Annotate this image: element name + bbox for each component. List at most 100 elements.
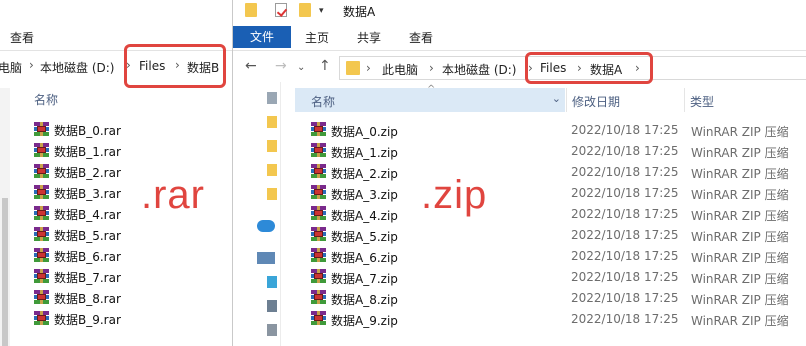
navigation-bar: ← → ⌄ ↑ › 此电脑 › 本地磁盘 (D:) › Files › 数据A … — [233, 56, 806, 80]
file-date: 2022/10/18 17:25 — [571, 291, 679, 305]
winrar-archive-icon — [34, 122, 49, 136]
file-name: 数据B_9.rar — [54, 313, 121, 327]
winrar-archive-icon — [311, 185, 326, 199]
file-name: 数据B_8.rar — [54, 292, 121, 306]
file-name: 数据B_5.rar — [54, 229, 121, 243]
chevron-down-icon[interactable]: ⌄ — [552, 92, 561, 105]
tab-share[interactable]: 共享 — [357, 29, 381, 46]
winrar-archive-icon — [311, 248, 326, 262]
file-date: 2022/10/18 17:25 — [571, 186, 679, 200]
tab-view[interactable]: 查看 — [10, 29, 34, 46]
file-date: 2022/10/18 17:25 — [571, 123, 679, 137]
tab-home[interactable]: 主页 — [305, 29, 329, 46]
folder-icon[interactable] — [267, 140, 277, 152]
winrar-archive-icon — [311, 206, 326, 220]
this-pc-icon[interactable] — [257, 252, 275, 264]
chevron-right-icon: › — [429, 61, 434, 75]
file-name: 数据A_3.zip — [331, 188, 398, 202]
drive-icon[interactable] — [267, 324, 277, 336]
breadcrumb-drive[interactable]: 本地磁盘 (D:) — [40, 59, 114, 76]
ribbon: 文件 主页 共享 查看 — [233, 26, 806, 48]
breadcrumb-this-pc[interactable]: 此电脑 — [382, 61, 418, 78]
file-name: 数据A_5.zip — [331, 230, 398, 244]
winrar-archive-icon — [34, 311, 49, 325]
file-type: WinRAR ZIP 压缩 — [691, 125, 789, 139]
recent-locations-icon[interactable]: ⌄ — [297, 62, 305, 73]
winrar-archive-icon — [311, 164, 326, 178]
folder-icon[interactable] — [245, 3, 257, 17]
file-row[interactable]: 数据A_2.zip 2022/10/18 17:25 WinRAR ZIP 压缩 — [295, 162, 806, 183]
chevron-right-icon: › — [29, 58, 34, 72]
new-folder-icon[interactable] — [299, 3, 311, 17]
file-name: 数据B_6.rar — [54, 250, 121, 264]
onedrive-icon[interactable] — [257, 220, 275, 232]
file-name: 数据A_7.zip — [331, 272, 398, 286]
winrar-archive-icon — [311, 290, 326, 304]
file-row[interactable]: 数据A_6.zip 2022/10/18 17:25 WinRAR ZIP 压缩 — [295, 246, 806, 267]
file-name: 数据B_0.rar — [54, 124, 121, 138]
winrar-archive-icon — [311, 269, 326, 283]
file-date: 2022/10/18 17:25 — [571, 165, 679, 179]
customize-toolbar-icon[interactable]: ▾ — [319, 6, 324, 16]
folder-icon[interactable] — [267, 188, 277, 200]
winrar-archive-icon — [311, 227, 326, 241]
file-type: WinRAR ZIP 压缩 — [691, 188, 789, 202]
column-header-type-label: 类型 — [690, 95, 715, 109]
column-header-name[interactable]: 名称 — [34, 91, 58, 108]
sort-ascending-icon: ^ — [427, 84, 436, 95]
file-row[interactable]: 数据A_0.zip 2022/10/18 17:25 WinRAR ZIP 压缩 — [295, 120, 806, 141]
file-row[interactable]: 数据A_1.zip 2022/10/18 17:25 WinRAR ZIP 压缩 — [295, 141, 806, 162]
file-date: 2022/10/18 17:25 — [571, 144, 679, 158]
file-date: 2022/10/18 17:25 — [571, 312, 679, 326]
file-row[interactable]: 数据A_9.zip 2022/10/18 17:25 WinRAR ZIP 压缩 — [295, 309, 806, 330]
breadcrumb-this-pc[interactable]: 电脑 — [0, 59, 22, 76]
forward-arrow-icon[interactable]: → — [275, 58, 287, 74]
winrar-archive-icon — [34, 206, 49, 220]
breadcrumb-drive[interactable]: 本地磁盘 (D:) — [442, 61, 516, 78]
quick-access-icon[interactable] — [267, 92, 277, 104]
file-row[interactable]: 数据A_8.zip 2022/10/18 17:25 WinRAR ZIP 压缩 — [295, 288, 806, 309]
column-header-date[interactable]: 修改日期 — [567, 88, 683, 112]
tab-file[interactable]: 文件 — [233, 26, 291, 48]
file-row[interactable]: 数据A_5.zip 2022/10/18 17:25 WinRAR ZIP 压缩 — [295, 225, 806, 246]
file-type: WinRAR ZIP 压缩 — [691, 146, 789, 160]
scrollbar-thumb[interactable] — [2, 198, 8, 346]
file-date: 2022/10/18 17:25 — [571, 207, 679, 221]
drive-icon[interactable] — [267, 300, 277, 312]
winrar-archive-icon — [34, 143, 49, 157]
file-name: 数据B_2.rar — [54, 166, 121, 180]
winrar-archive-icon — [311, 311, 326, 325]
network-icon[interactable] — [267, 276, 277, 288]
file-name: 数据B_3.rar — [54, 187, 121, 201]
winrar-archive-icon — [34, 248, 49, 262]
properties-icon[interactable] — [275, 3, 287, 17]
tab-view[interactable]: 查看 — [409, 29, 433, 46]
scrollbar[interactable] — [0, 88, 10, 346]
file-row[interactable]: 数据A_4.zip 2022/10/18 17:25 WinRAR ZIP 压缩 — [295, 204, 806, 225]
folder-icon[interactable] — [267, 164, 277, 176]
column-header-name-label: 名称 — [311, 95, 336, 109]
file-name: 数据A_1.zip — [331, 146, 398, 160]
winrar-archive-icon — [34, 269, 49, 283]
winrar-archive-icon — [34, 227, 49, 241]
folder-icon[interactable] — [267, 116, 277, 128]
file-date: 2022/10/18 17:25 — [571, 228, 679, 242]
file-row[interactable]: 数据A_7.zip 2022/10/18 17:25 WinRAR ZIP 压缩 — [295, 267, 806, 288]
highlight-box — [124, 44, 226, 88]
file-date: 2022/10/18 17:25 — [571, 249, 679, 263]
winrar-archive-icon — [311, 143, 326, 157]
back-arrow-icon[interactable]: ← — [245, 58, 257, 74]
file-type: WinRAR ZIP 压缩 — [691, 272, 789, 286]
winrar-archive-icon — [34, 185, 49, 199]
column-header-name[interactable]: ^ 名称 ⌄ — [295, 84, 565, 112]
file-row[interactable]: 数据A_3.zip 2022/10/18 17:25 WinRAR ZIP 压缩 — [295, 183, 806, 204]
winrar-archive-icon — [34, 290, 49, 304]
file-name: 数据B_4.rar — [54, 208, 121, 222]
file-name: 数据B_7.rar — [54, 271, 121, 285]
annotation-zip: .zip — [421, 173, 488, 217]
column-header-type[interactable]: 类型 — [685, 88, 806, 112]
file-name: 数据A_4.zip — [331, 209, 398, 223]
up-arrow-icon[interactable]: ↑ — [319, 58, 331, 74]
explorer-window-data-b: 查看 电脑 › 本地磁盘 (D:) › Files › 数据B 名称 数据B_0… — [0, 0, 232, 346]
file-type: WinRAR ZIP 压缩 — [691, 209, 789, 223]
